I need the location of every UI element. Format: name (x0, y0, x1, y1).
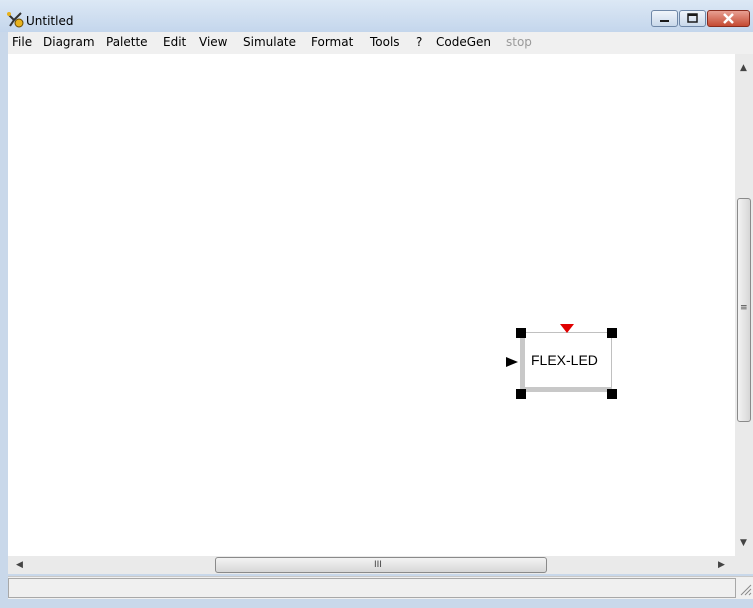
horizontal-scroll-thumb[interactable]: III (215, 557, 547, 573)
minimize-button[interactable] (651, 10, 678, 27)
status-bar (8, 576, 753, 599)
menu-palette[interactable]: Palette (106, 35, 148, 49)
menu-bar: File Diagram Palette Edit View Simulate … (8, 32, 753, 54)
scrollbar-corner (735, 556, 753, 574)
menu-stop: stop (506, 35, 532, 49)
title-bar[interactable]: Untitled (0, 0, 753, 32)
selection-handle-bottom-right[interactable] (607, 389, 617, 399)
flex-led-block-label: FLEX-LED (531, 352, 598, 368)
selection-handle-bottom-left[interactable] (516, 389, 526, 399)
maximize-button[interactable] (679, 10, 706, 27)
vertical-scroll-thumb[interactable]: ≡ (737, 198, 751, 422)
block-shadow-bottom (520, 387, 612, 392)
menu-help[interactable]: ? (416, 35, 422, 49)
application-window: Untitled File Diagram Palette Edit View … (0, 0, 753, 608)
horizontal-scrollbar[interactable]: ◀ III ▶ (8, 556, 735, 574)
scroll-left-arrow-icon[interactable]: ◀ (16, 560, 23, 570)
menu-view[interactable]: View (199, 35, 227, 49)
block-event-input-port-icon[interactable] (560, 324, 574, 333)
menu-simulate[interactable]: Simulate (243, 35, 296, 49)
vertical-scrollbar[interactable]: ▲ ≡ ▼ (735, 54, 753, 556)
maximize-icon (687, 13, 698, 23)
block-input-port-icon[interactable] (506, 357, 518, 367)
block-shadow-left (520, 332, 525, 392)
horizontal-grip-icon: III (374, 560, 382, 570)
vertical-grip-icon: ≡ (740, 303, 748, 313)
menu-diagram[interactable]: Diagram (43, 35, 95, 49)
scicos-app-icon (7, 12, 24, 28)
status-text (8, 578, 736, 598)
minimize-icon (660, 20, 669, 22)
menu-format[interactable]: Format (311, 35, 353, 49)
close-icon (723, 13, 734, 24)
menu-tools[interactable]: Tools (370, 35, 400, 49)
scroll-right-arrow-icon[interactable]: ▶ (718, 560, 725, 570)
menu-file[interactable]: File (12, 35, 32, 49)
selection-handle-top-right[interactable] (607, 328, 617, 338)
scroll-down-arrow-icon[interactable]: ▼ (740, 538, 747, 548)
diagram-canvas[interactable] (8, 54, 735, 556)
menu-codegen[interactable]: CodeGen (436, 35, 491, 49)
scroll-up-arrow-icon[interactable]: ▲ (740, 63, 747, 73)
window-title: Untitled (26, 14, 74, 28)
selection-handle-top-left[interactable] (516, 328, 526, 338)
menu-edit[interactable]: Edit (163, 35, 186, 49)
close-button[interactable] (707, 10, 750, 27)
resize-grip-icon[interactable] (738, 582, 752, 596)
